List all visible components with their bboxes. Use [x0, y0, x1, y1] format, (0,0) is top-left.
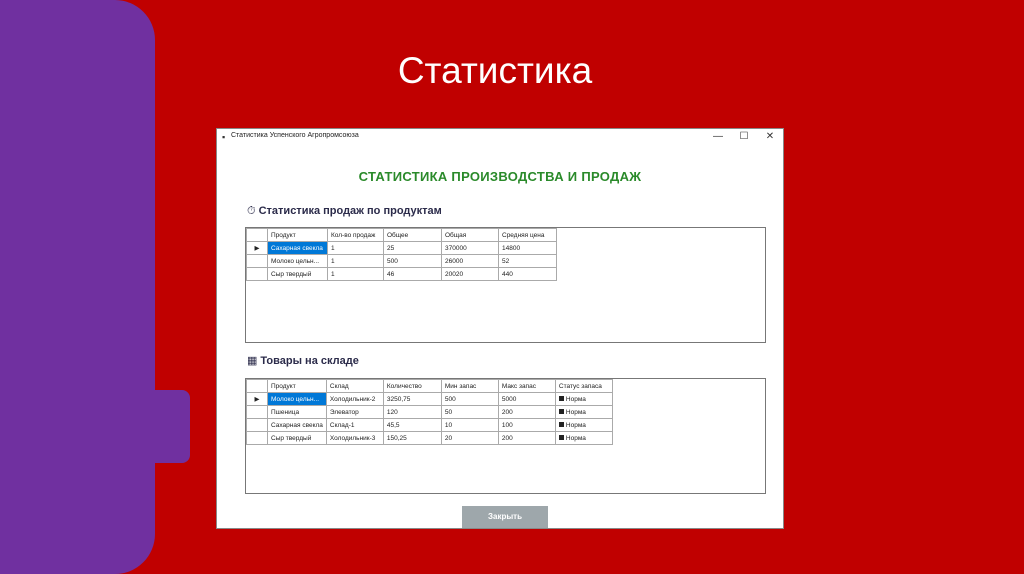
sales-col-header[interactable]: Продукт — [267, 228, 328, 242]
table-cell[interactable]: Сахарная свекла — [267, 241, 328, 255]
stock-status-label: Норма — [565, 421, 586, 429]
stock-section-title: ▦ Товары на складе — [247, 354, 359, 367]
table-cell[interactable]: 150,25 — [382, 431, 442, 445]
stock-col-header[interactable]: Продукт — [267, 379, 327, 393]
app-icon: ▪ — [222, 132, 226, 142]
table-row[interactable]: Сыр твердый 1 46 20020 440 — [246, 267, 557, 281]
table-cell[interactable]: 1 — [327, 267, 384, 281]
row-header[interactable] — [246, 254, 268, 268]
table-cell[interactable]: 10 — [440, 418, 499, 432]
table-cell[interactable]: Сахарная свекла — [267, 418, 327, 432]
stock-status-label: Норма — [565, 408, 586, 416]
stopwatch-icon: ⏱ — [247, 205, 256, 217]
purple-side-panel — [0, 0, 155, 574]
stock-section-label: Товары на складе — [260, 355, 359, 367]
stock-col-header[interactable]: Склад — [325, 379, 384, 393]
purple-side-tab — [120, 390, 190, 463]
sales-col-header[interactable]: Кол-во продаж — [327, 228, 384, 242]
sales-grid[interactable]: Продукт Кол-во продаж Общее Общая Средня… — [245, 227, 766, 343]
stock-status-cell[interactable]: Норма — [554, 392, 613, 406]
stock-col-header[interactable]: Мин запас — [440, 379, 499, 393]
table-cell[interactable]: Пшеница — [267, 405, 327, 419]
slide-title: Статистика — [397, 50, 593, 91]
table-cell[interactable]: 120 — [382, 405, 442, 419]
row-header[interactable] — [246, 431, 268, 445]
close-button[interactable]: Закрыть — [462, 506, 548, 528]
table-cell[interactable]: 14800 — [498, 241, 557, 255]
stock-status-label: Норма — [565, 395, 586, 403]
row-header-corner — [246, 379, 268, 393]
table-cell[interactable]: Холодильник-2 — [325, 392, 384, 406]
table-cell[interactable]: 100 — [497, 418, 556, 432]
stock-col-header[interactable]: Макс запас — [497, 379, 556, 393]
table-cell[interactable]: 52 — [498, 254, 557, 268]
sales-section-title: ⏱ Статистика продаж по продуктам — [247, 205, 442, 218]
chart-icon: ▦ — [247, 355, 258, 367]
sales-col-header[interactable]: Средняя цена — [498, 228, 557, 242]
stock-grid[interactable]: Продукт Склад Количество Мин запас Макс … — [245, 378, 766, 494]
table-row[interactable]: Пшеница Элеватор 120 50 200 Норма — [246, 405, 613, 419]
sales-section-label: Статистика продаж по продуктам — [258, 205, 442, 217]
table-cell[interactable]: Молоко цельн... — [267, 392, 327, 406]
table-row[interactable]: Сахарная свекла Склад-1 45,5 10 100 Норм… — [246, 418, 613, 432]
stock-status-label: Норма — [565, 434, 586, 442]
table-cell[interactable]: 26000 — [441, 254, 499, 268]
row-header[interactable] — [246, 267, 268, 281]
table-cell[interactable]: Элеватор — [325, 405, 384, 419]
table-cell[interactable]: 440 — [498, 267, 557, 281]
table-row[interactable]: ▶ Сахарная свекла 1 25 370000 14800 — [246, 241, 557, 255]
table-cell[interactable]: 500 — [440, 392, 499, 406]
app-window: ▪ Статистика Успенского Агропромсоюза — … — [216, 128, 784, 529]
row-header[interactable] — [246, 418, 268, 432]
table-cell[interactable]: 46 — [383, 267, 442, 281]
minimize-button[interactable]: — — [707, 130, 729, 144]
stock-status-cell[interactable]: Норма — [554, 418, 613, 432]
form-heading: СТАТИСТИКА ПРОИЗВОДСТВА И ПРОДАЖ — [358, 169, 642, 184]
table-cell[interactable]: Холодильник-3 — [325, 431, 384, 445]
stock-status-cell[interactable]: Норма — [554, 405, 613, 419]
row-pointer-icon: ▶ — [246, 392, 268, 406]
table-cell[interactable]: Склад-1 — [325, 418, 384, 432]
table-cell[interactable]: 200 — [497, 405, 556, 419]
sales-col-header[interactable]: Общая — [441, 228, 499, 242]
window-title: Статистика Успенского Агропромсоюза — [231, 132, 359, 139]
table-cell[interactable]: 3250,75 — [382, 392, 442, 406]
stock-col-header[interactable]: Количество — [382, 379, 442, 393]
table-cell[interactable]: Молоко цельн... — [267, 254, 328, 268]
table-cell[interactable]: Сыр твердый — [267, 431, 327, 445]
checkbox-checked-icon[interactable] — [558, 409, 564, 415]
table-cell[interactable]: 5000 — [497, 392, 556, 406]
table-cell[interactable]: 20 — [440, 431, 499, 445]
row-header-corner — [246, 228, 268, 242]
row-pointer-icon: ▶ — [246, 241, 268, 255]
row-header[interactable] — [246, 405, 268, 419]
maximize-button[interactable]: ☐ — [733, 130, 755, 144]
checkbox-checked-icon[interactable] — [558, 422, 564, 428]
table-cell[interactable]: 20020 — [441, 267, 499, 281]
table-cell[interactable]: 1 — [327, 241, 384, 255]
table-row[interactable]: Сыр твердый Холодильник-3 150,25 20 200 … — [246, 431, 613, 445]
table-cell[interactable]: 1 — [327, 254, 384, 268]
close-window-button[interactable]: ✕ — [759, 130, 781, 144]
table-cell[interactable]: 200 — [497, 431, 556, 445]
stock-col-header[interactable]: Статус запаса — [554, 379, 613, 393]
table-cell[interactable]: 50 — [440, 405, 499, 419]
table-cell[interactable]: 45,5 — [382, 418, 442, 432]
checkbox-checked-icon[interactable] — [558, 396, 564, 402]
table-cell[interactable]: 25 — [383, 241, 442, 255]
table-row[interactable]: Молоко цельн... 1 500 26000 52 — [246, 254, 557, 268]
stock-status-cell[interactable]: Норма — [554, 431, 613, 445]
table-row[interactable]: ▶ Молоко цельн... Холодильник-2 3250,75 … — [246, 392, 613, 406]
checkbox-checked-icon[interactable] — [558, 435, 564, 441]
table-cell[interactable]: 370000 — [441, 241, 499, 255]
sales-header-row: Продукт Кол-во продаж Общее Общая Средня… — [246, 228, 557, 242]
table-cell[interactable]: Сыр твердый — [267, 267, 328, 281]
sales-col-header[interactable]: Общее — [383, 228, 442, 242]
table-cell[interactable]: 500 — [383, 254, 442, 268]
stock-header-row: Продукт Склад Количество Мин запас Макс … — [246, 379, 613, 393]
window-titlebar: ▪ Статистика Успенского Агропромсоюза — … — [217, 129, 783, 145]
